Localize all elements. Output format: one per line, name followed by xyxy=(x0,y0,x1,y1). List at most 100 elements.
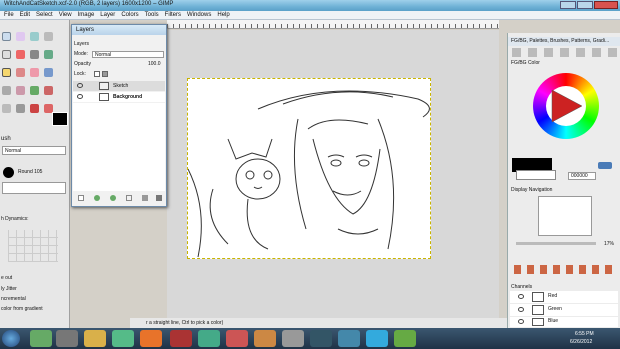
duplicate-layer-icon[interactable] xyxy=(126,195,132,201)
brush-preview[interactable] xyxy=(3,167,14,178)
menu-select[interactable]: Select xyxy=(36,11,53,19)
minimize-button[interactable] xyxy=(560,1,576,9)
channel-row-blue[interactable]: Blue xyxy=(510,317,618,327)
jitter-option[interactable]: ly Jitter xyxy=(1,286,17,292)
taskbar-word-icon[interactable] xyxy=(310,330,332,347)
menu-layer[interactable]: Layer xyxy=(100,11,115,19)
taskbar-mail-icon[interactable] xyxy=(338,330,360,347)
title-bar: WitchAndCatSketch.xcf-2.0 (RGB, 2 layers… xyxy=(0,0,620,11)
paintbrush-icon[interactable] xyxy=(2,68,11,77)
brush-name: Round 105 xyxy=(18,169,43,175)
layer-row-background[interactable]: Background xyxy=(73,92,165,102)
nav-zoom-slider[interactable] xyxy=(516,242,596,245)
layer-row-sketch[interactable]: Sketch xyxy=(73,81,165,91)
lock-pixels-checkbox[interactable] xyxy=(94,71,100,77)
layer-thumbnail xyxy=(99,93,109,101)
layers-dialog[interactable]: Layers Layers Mode: Normal Opacity 100.0… xyxy=(71,24,167,207)
taskbar-photos-icon[interactable] xyxy=(254,330,276,347)
layers-opacity-value[interactable]: 100.0 xyxy=(148,61,161,67)
taskbar-skype-icon[interactable] xyxy=(366,330,388,347)
blend-icon[interactable] xyxy=(44,86,53,95)
layers-tab-label[interactable]: Layers xyxy=(74,41,89,47)
dodge-icon[interactable] xyxy=(30,86,39,95)
eraser-icon[interactable] xyxy=(30,68,39,77)
maximize-button[interactable] xyxy=(577,1,593,9)
eye-icon[interactable] xyxy=(518,319,524,324)
clock-date[interactable]: 6/26/2012 xyxy=(570,339,592,345)
mode-select[interactable]: Normal xyxy=(2,146,66,155)
menu-file[interactable]: File xyxy=(4,11,14,19)
taskbar-media-icon[interactable] xyxy=(198,330,220,347)
start-button[interactable] xyxy=(2,330,20,347)
lower-layer-icon[interactable] xyxy=(110,195,116,201)
menu-colors[interactable]: Colors xyxy=(121,11,138,19)
right-dock: FG/BG, Palettes, Brushes, Patterns, Grad… xyxy=(507,33,620,328)
image-canvas[interactable] xyxy=(187,78,431,259)
pencil-icon[interactable] xyxy=(16,68,25,77)
eye-icon[interactable] xyxy=(77,94,83,99)
menu-windows[interactable]: Windows xyxy=(187,11,211,19)
taskbar-chat-icon[interactable] xyxy=(394,330,416,347)
nav-preview[interactable] xyxy=(538,196,592,236)
taskbar-tool-icon[interactable] xyxy=(282,330,304,347)
crop-icon[interactable] xyxy=(44,32,53,41)
nav-buttons[interactable] xyxy=(514,265,612,274)
color-picker-icon[interactable] xyxy=(598,162,612,169)
path-icon[interactable] xyxy=(2,104,11,113)
incremental-option[interactable]: ncremental xyxy=(1,296,26,302)
rotate-icon[interactable] xyxy=(16,50,25,59)
fuzzy-select-icon[interactable] xyxy=(16,32,25,41)
rect-select-icon[interactable] xyxy=(2,32,11,41)
channel-name: Blue xyxy=(548,318,559,324)
layers-mode-select[interactable]: Normal xyxy=(92,51,164,58)
dock-tab-icons[interactable] xyxy=(512,48,617,57)
close-button[interactable] xyxy=(594,1,618,9)
eye-icon[interactable] xyxy=(518,307,524,312)
menu-view[interactable]: View xyxy=(59,11,72,19)
opacity-slider[interactable] xyxy=(2,182,66,194)
taskbar-firefox-icon[interactable] xyxy=(140,330,162,347)
measure-icon[interactable] xyxy=(30,104,39,113)
color-wheel[interactable] xyxy=(533,73,599,139)
taskbar-app-icon[interactable] xyxy=(170,330,192,347)
dynamics-options-grid[interactable] xyxy=(8,230,58,262)
taskbar-folder-icon[interactable] xyxy=(84,330,106,347)
channel-row-red[interactable]: Red xyxy=(510,291,618,303)
move-icon[interactable] xyxy=(30,32,39,41)
clone-icon[interactable] xyxy=(2,86,11,95)
horizontal-ruler[interactable] xyxy=(167,20,499,29)
hex-color-input[interactable]: 000000 xyxy=(568,172,596,180)
color-picker-icon[interactable] xyxy=(16,104,25,113)
menu-filters[interactable]: Filters xyxy=(165,11,181,19)
channel-row-green[interactable]: Green xyxy=(510,304,618,316)
anchor-layer-icon[interactable] xyxy=(142,195,148,201)
text-icon[interactable] xyxy=(2,50,11,59)
lock-alpha-checkbox[interactable] xyxy=(102,71,108,77)
taskbar-browser-icon[interactable] xyxy=(112,330,134,347)
eye-icon[interactable] xyxy=(77,83,83,88)
taskbar-paint-icon[interactable] xyxy=(226,330,248,347)
new-layer-icon[interactable] xyxy=(78,195,84,201)
color-triangle[interactable] xyxy=(546,86,586,126)
fgbg-tab-label[interactable]: FG/BG Color xyxy=(508,59,620,68)
flip-icon[interactable] xyxy=(44,50,53,59)
menu-tools[interactable]: Tools xyxy=(145,11,159,19)
clock-time[interactable]: 6:55 PM xyxy=(575,331,594,337)
menu-edit[interactable]: Edit xyxy=(20,11,30,19)
menu-help[interactable]: Help xyxy=(217,11,229,19)
gradient-option[interactable]: color from gradient xyxy=(1,306,43,312)
layers-window-title: Layers xyxy=(72,25,166,35)
eye-icon[interactable] xyxy=(518,294,524,299)
foreground-color-swatch[interactable] xyxy=(52,112,68,126)
menu-bar: File Edit Select View Image Layer Colors… xyxy=(0,11,620,20)
delete-layer-icon[interactable] xyxy=(156,195,162,201)
menu-image[interactable]: Image xyxy=(78,11,95,19)
smudge-icon[interactable] xyxy=(16,86,25,95)
fade-out-option[interactable]: e out xyxy=(1,275,12,281)
taskbar-chrome-icon[interactable] xyxy=(30,330,52,347)
bg-color-swatch[interactable] xyxy=(516,170,556,180)
scale-icon[interactable] xyxy=(30,50,39,59)
airbrush-icon[interactable] xyxy=(44,68,53,77)
raise-layer-icon[interactable] xyxy=(94,195,100,201)
taskbar-gimp-icon[interactable] xyxy=(56,330,78,347)
